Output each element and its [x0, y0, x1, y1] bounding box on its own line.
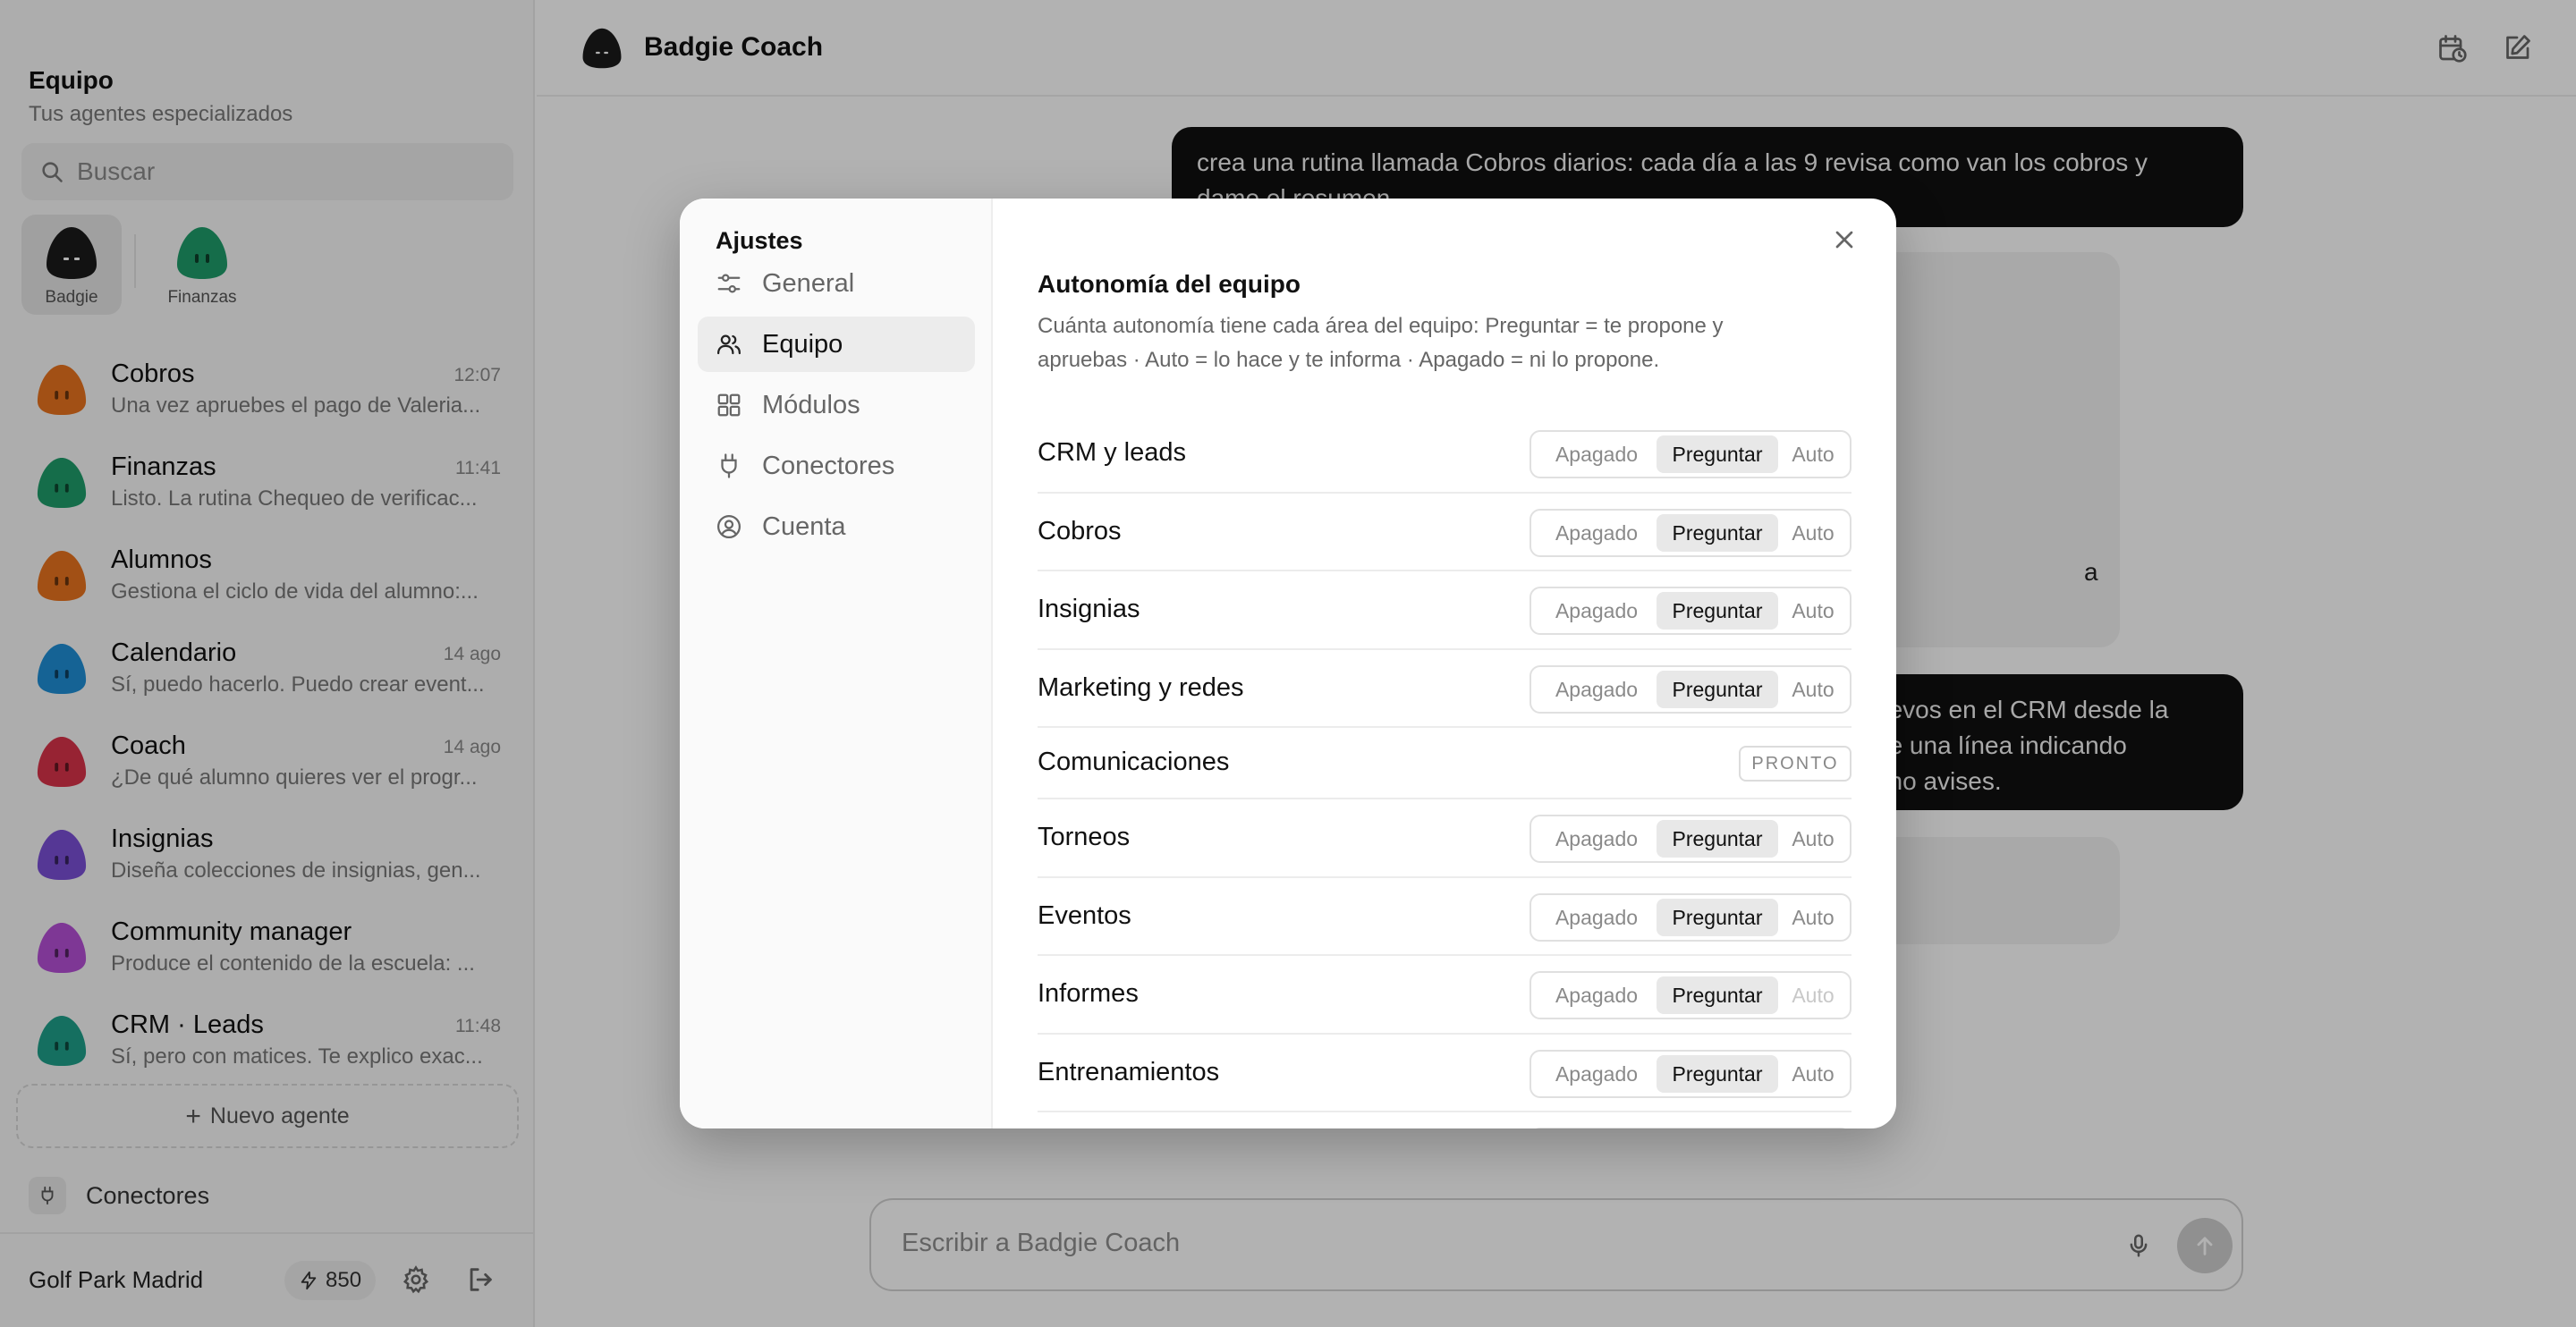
autonomy-row: CRM y leads Apagado Preguntar Auto	[1038, 415, 1852, 494]
option-preguntar[interactable]: Preguntar	[1657, 435, 1778, 473]
autonomy-row-label: Informes	[1038, 979, 1139, 1008]
settings-nav-cuenta[interactable]: Cuenta	[698, 499, 975, 554]
option-apagado[interactable]: Apagado	[1537, 899, 1657, 936]
settings-content: Autonomía del equipo Cuánta autonomía ti…	[993, 199, 1896, 1128]
autonomy-row: Informes Apagado Preguntar Auto	[1038, 956, 1852, 1035]
autonomy-segmented-control: ApagadoPreguntarAuto	[1530, 1050, 1852, 1098]
option-apagado[interactable]: Apagado	[1537, 976, 1657, 1014]
option-apagado[interactable]: Apagado	[1537, 671, 1657, 708]
option-preguntar[interactable]: Preguntar	[1657, 592, 1778, 630]
autonomy-segmented-control: ApagadoPreguntar Auto	[1530, 971, 1852, 1019]
option-auto[interactable]: Auto	[1778, 435, 1848, 473]
autonomy-segmented-control: ApagadoPreguntarAuto	[1530, 430, 1852, 478]
grid-icon	[717, 393, 741, 417]
plug-icon	[721, 453, 737, 478]
option-preguntar[interactable]: Preguntar	[1657, 820, 1778, 858]
close-icon[interactable]	[1830, 225, 1859, 254]
option-apagado[interactable]: Apagado	[1537, 820, 1657, 858]
autonomy-segmented-control: ApagadoPreguntarAuto	[1530, 815, 1852, 863]
autonomy-row: NutriciónApagadoPreguntarAuto	[1038, 1112, 1852, 1128]
option-auto[interactable]: Auto	[1778, 1055, 1848, 1093]
soon-badge: PRONTO	[1739, 746, 1852, 782]
settings-nav-equipo[interactable]: Equipo	[698, 317, 975, 372]
settings-nav-label: Equipo	[762, 330, 843, 359]
autonomy-segmented-control: ApagadoPreguntarAuto	[1530, 587, 1852, 635]
option-preguntar[interactable]: Preguntar	[1657, 1055, 1778, 1093]
option-auto[interactable]: Auto	[1778, 592, 1848, 630]
settings-nav-modulos[interactable]: Módulos	[698, 377, 975, 433]
autonomy-row: Insignias Apagado Preguntar Auto	[1038, 571, 1852, 650]
option-preguntar[interactable]: Preguntar	[1657, 899, 1778, 936]
autonomy-row: Marketing y redes Apagado Preguntar Auto	[1038, 650, 1852, 728]
autonomy-row-label: Comunicaciones	[1038, 748, 1230, 776]
section-description: Cuánta autonomía tiene cada área del equ…	[1038, 314, 1724, 372]
option-auto[interactable]: Auto	[1778, 820, 1848, 858]
autonomy-segmented-control: ApagadoPreguntarAuto	[1530, 893, 1852, 942]
autonomy-segmented-control: ApagadoPreguntarAuto	[1530, 509, 1852, 557]
option-preguntar[interactable]: Preguntar	[1657, 976, 1778, 1014]
autonomy-row-label: Entrenamientos	[1038, 1058, 1220, 1086]
option-preguntar[interactable]: Preguntar	[1657, 514, 1778, 552]
autonomy-row: Comunicaciones PRONTO	[1038, 728, 1852, 799]
option-apagado[interactable]: Apagado	[1537, 435, 1657, 473]
autonomy-row-label: Torneos	[1038, 823, 1131, 851]
option-apagado[interactable]: Apagado	[1537, 1055, 1657, 1093]
option-auto[interactable]: Auto	[1778, 671, 1848, 708]
autonomy-row-label: CRM y leads	[1038, 438, 1186, 467]
settings-nav: Ajustes General Equipo Módulos Conectore…	[680, 199, 993, 1128]
autonomy-row-label: Eventos	[1038, 901, 1131, 930]
option-apagado[interactable]: Apagado	[1537, 592, 1657, 630]
option-preguntar[interactable]: Preguntar	[1657, 671, 1778, 708]
option-apagado[interactable]: Apagado	[1537, 514, 1657, 552]
settings-nav-label: Módulos	[762, 391, 860, 419]
option-auto: Auto	[1792, 984, 1835, 1007]
autonomy-row: Eventos Apagado Preguntar Auto	[1038, 878, 1852, 956]
users-icon	[717, 334, 741, 355]
autonomy-row: Torneos Apagado Preguntar Auto	[1038, 799, 1852, 878]
settings-nav-label: Conectores	[762, 452, 895, 480]
user-circle-icon	[717, 515, 741, 538]
settings-modal: Ajustes General Equipo Módulos Conectore…	[680, 199, 1896, 1128]
section-title: Autonomía del equipo	[1038, 270, 1301, 298]
settings-nav-label: General	[762, 269, 855, 298]
settings-title: Ajustes	[716, 227, 803, 254]
autonomy-row: Entrenamientos Apagado Preguntar Auto	[1038, 1035, 1852, 1112]
settings-nav-general[interactable]: General	[698, 256, 975, 311]
autonomy-segmented-control: ApagadoPreguntarAuto	[1530, 665, 1852, 714]
autonomy-row-label: Marketing y redes	[1038, 673, 1244, 702]
settings-nav-label: Cuenta	[762, 512, 846, 541]
settings-nav-conectores[interactable]: Conectores	[698, 438, 975, 494]
option-auto[interactable]: Auto	[1778, 514, 1848, 552]
autonomy-row-label: Cobros	[1038, 517, 1122, 545]
sliders-icon	[717, 274, 741, 293]
autonomy-row: Cobros Apagado Preguntar Auto	[1038, 494, 1852, 571]
autonomy-row-label: Insignias	[1038, 595, 1140, 623]
option-auto[interactable]: Auto	[1778, 899, 1848, 936]
